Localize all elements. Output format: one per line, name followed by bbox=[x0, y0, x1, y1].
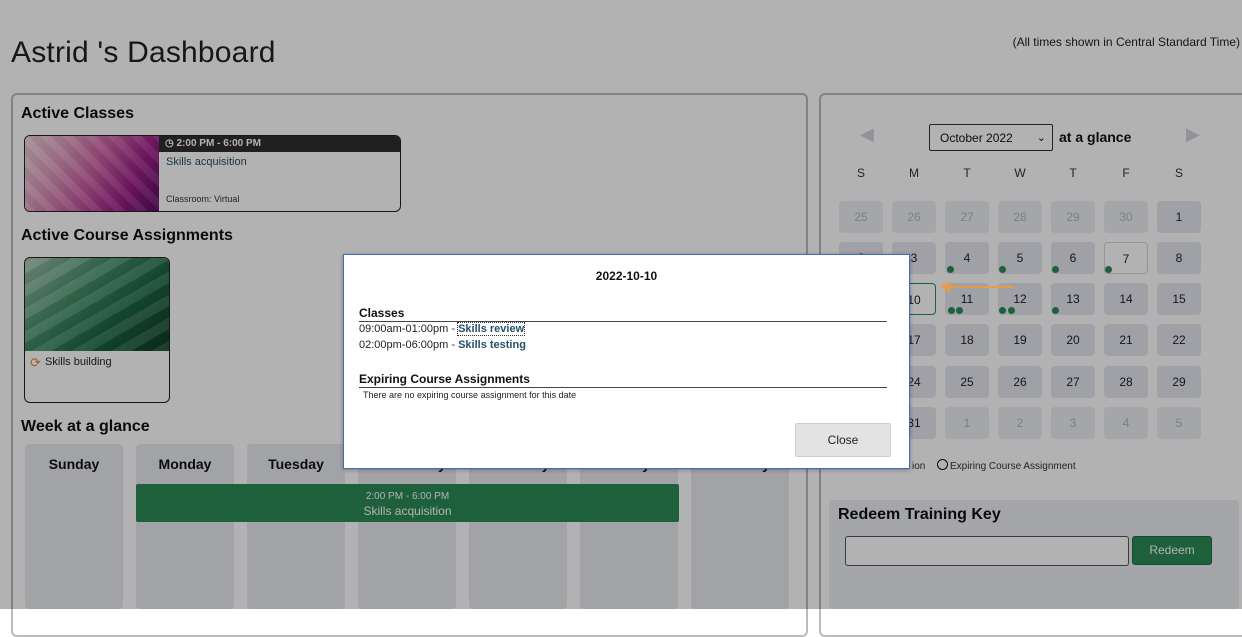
modal-class-link[interactable]: Skills review bbox=[457, 322, 526, 336]
modal-class-time: 09:00am-01:00pm bbox=[359, 323, 449, 335]
modal-class-sep: - bbox=[451, 339, 456, 351]
modal-date: 2022-10-10 bbox=[595, 269, 658, 283]
modal-class-row: 02:00pm-06:00pm - Skills testing bbox=[359, 339, 526, 351]
modal-class-link[interactable]: Skills testing bbox=[458, 339, 526, 351]
modal-class-row: 09:00am-01:00pm - Skills review bbox=[359, 322, 526, 336]
pointer-arrow bbox=[948, 286, 1014, 288]
modal-expiring-heading: Expiring Course Assignments bbox=[359, 372, 887, 388]
modal-class-time: 02:00pm-06:00pm bbox=[359, 339, 449, 351]
modal-classes-heading: Classes bbox=[359, 306, 887, 322]
arrow-head-icon bbox=[940, 281, 950, 293]
modal-expiring-empty: There are no expiring course assignment … bbox=[363, 390, 577, 400]
close-button[interactable]: Close bbox=[795, 423, 891, 457]
day-details-modal: 2022-10-10 Classes 09:00am-01:00pm - Ski… bbox=[343, 254, 910, 469]
modal-class-sep: - bbox=[451, 323, 456, 335]
